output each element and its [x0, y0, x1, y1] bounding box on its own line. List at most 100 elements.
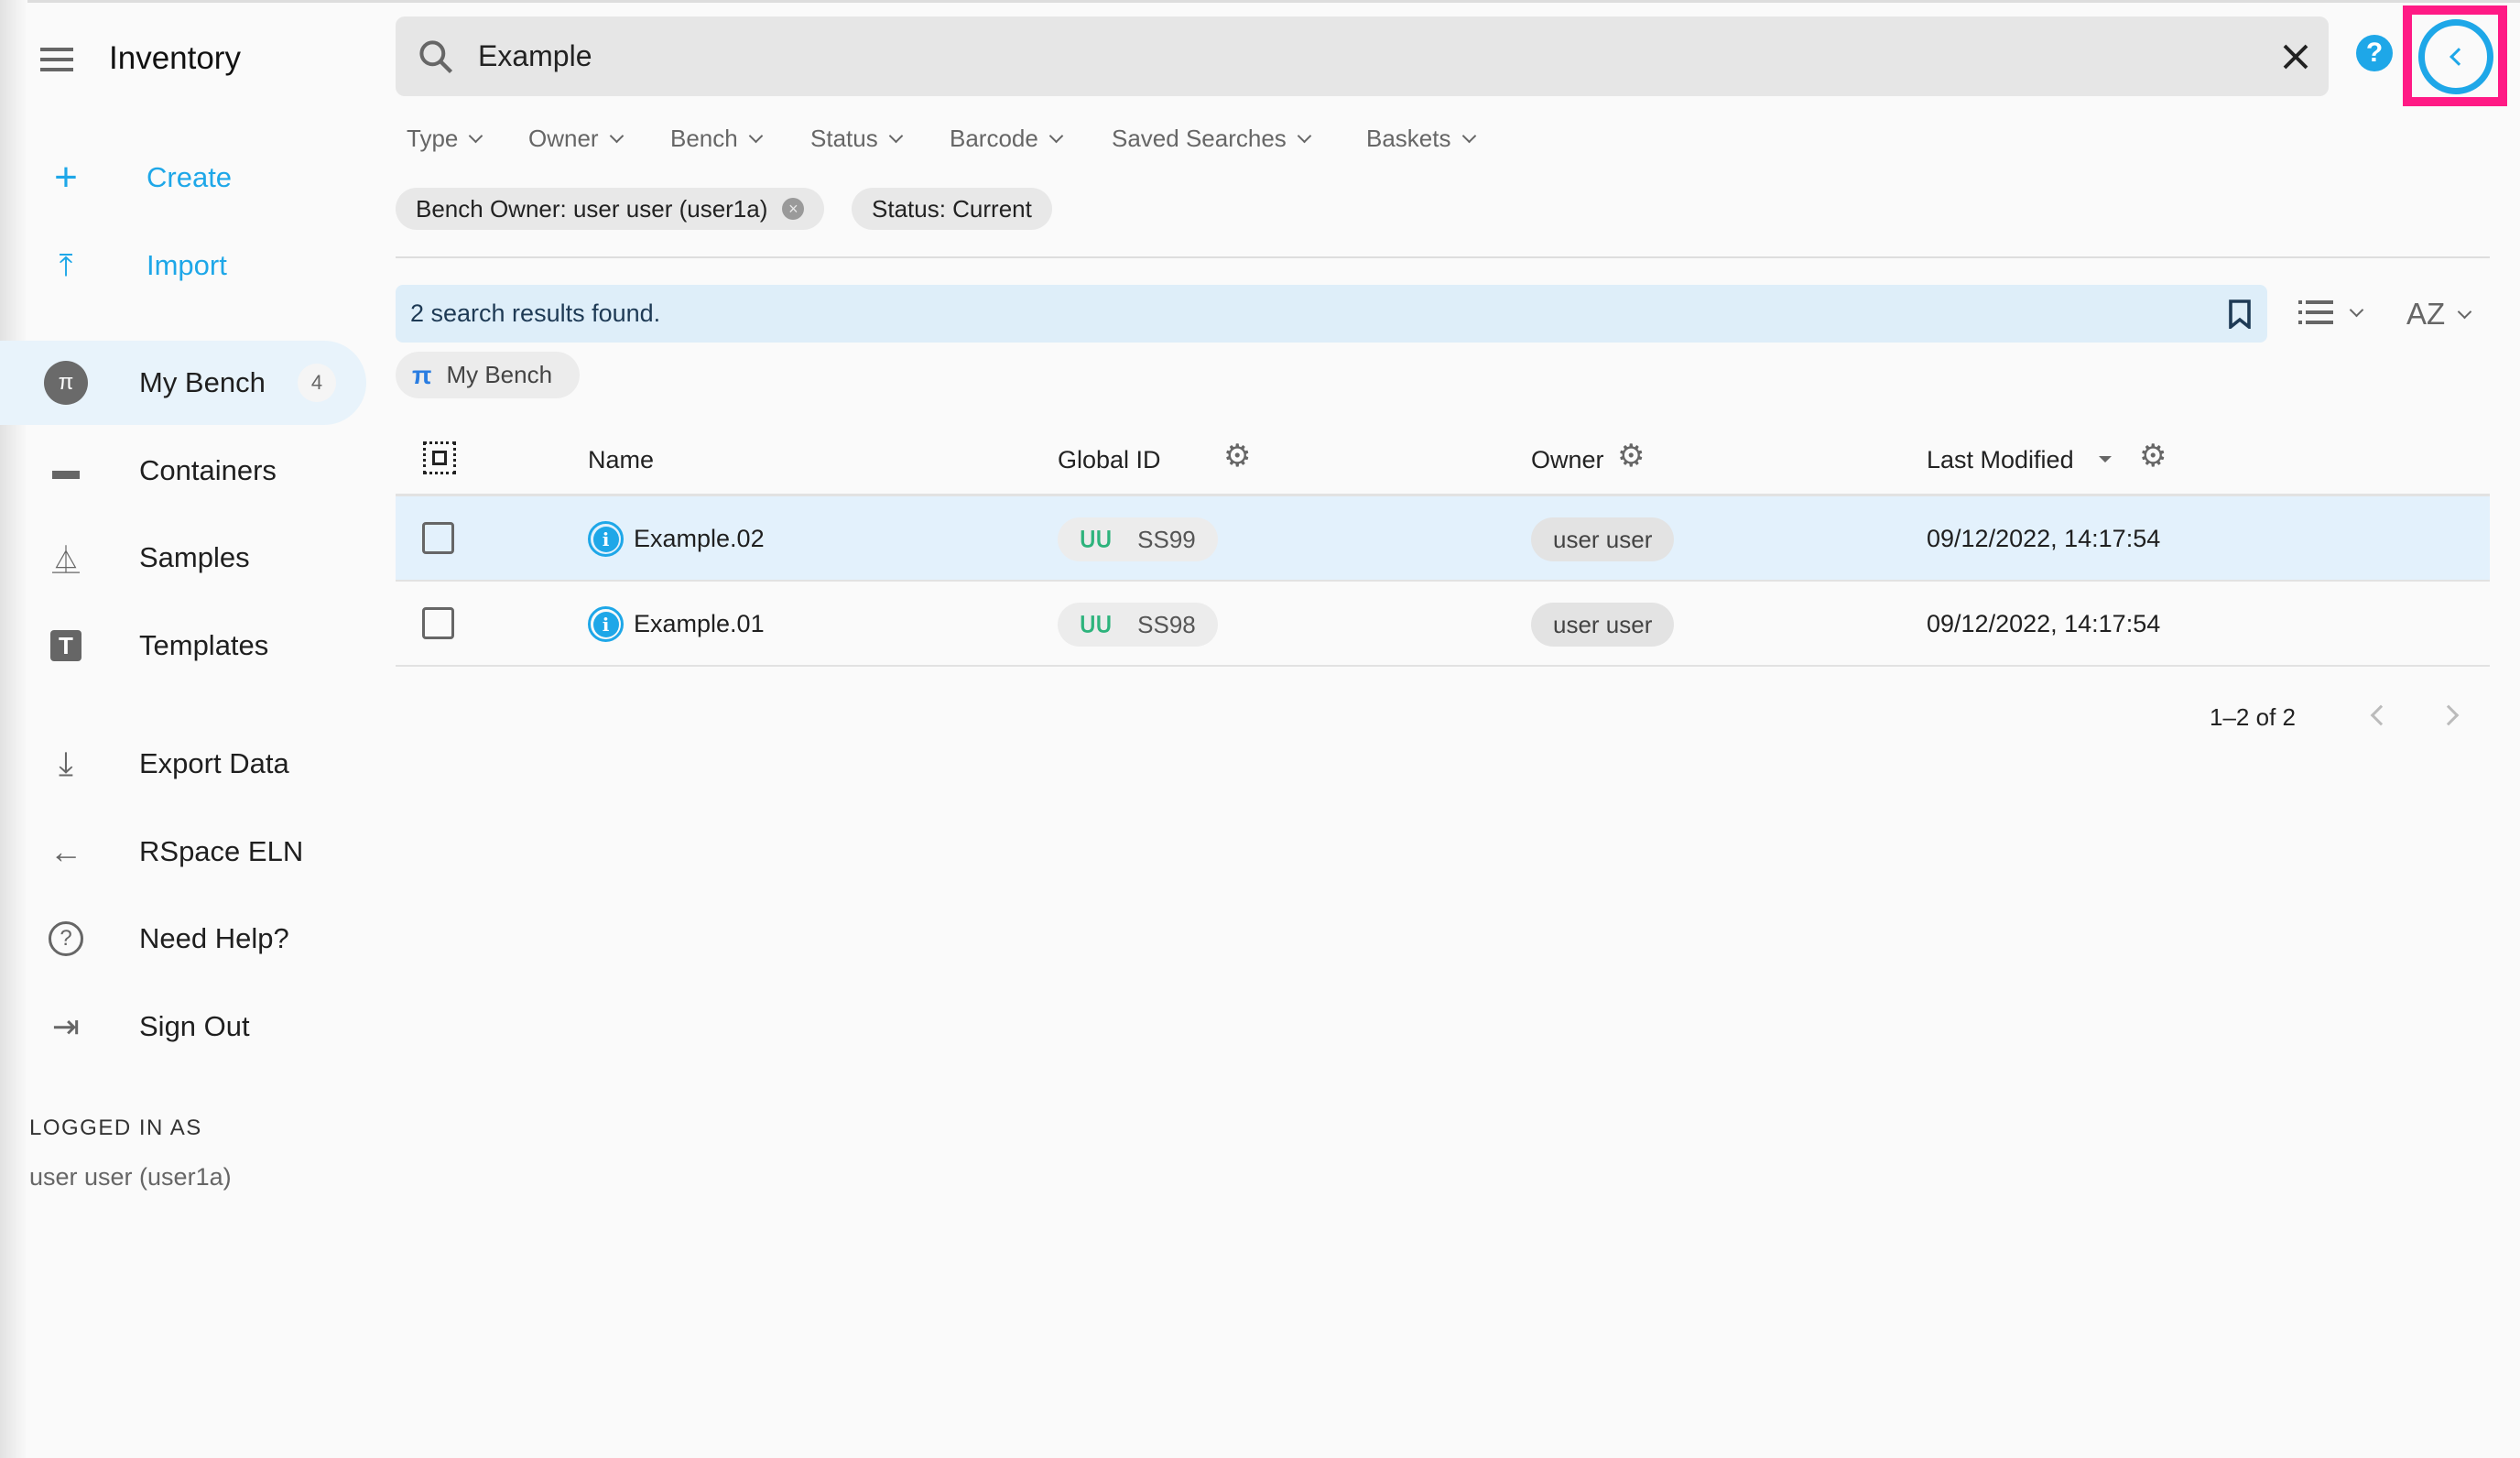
table-row[interactable]: i Example.01 ᑌᑌ SS98 user user 09/12/2022… — [396, 582, 2490, 667]
logged-in-user: user user (user1a) — [29, 1163, 232, 1191]
sort-label: AZ — [2406, 297, 2446, 331]
filter-bench[interactable]: Bench — [670, 125, 764, 153]
sidebar-item-label: Templates — [139, 629, 269, 661]
row-checkbox[interactable] — [422, 607, 454, 639]
global-id: SS98 — [1137, 610, 1196, 638]
create-label: Create — [147, 161, 233, 193]
filter-label: Bench — [670, 125, 738, 152]
chevron-down-icon — [2457, 304, 2472, 319]
gear-icon[interactable]: ⚙ — [1223, 438, 1251, 474]
template-icon: T — [46, 626, 86, 666]
filter-label: Barcode — [950, 125, 1038, 152]
import-label: Import — [147, 249, 227, 281]
app-title: Inventory — [109, 40, 241, 76]
bench-owner-chip[interactable]: Bench Owner: user user (user1a) × — [396, 188, 825, 230]
global-id-chip[interactable]: ᑌᑌ SS99 — [1058, 517, 1218, 561]
filter-barcode[interactable]: Barcode — [950, 125, 1064, 153]
download-icon: ⤓ — [59, 744, 73, 782]
chevron-down-icon — [469, 128, 483, 144]
top-border — [0, 0, 2520, 3]
column-header-global-id[interactable]: Global ID — [1058, 446, 1161, 474]
help-circle-icon: ? — [46, 919, 86, 959]
menu-icon[interactable] — [40, 48, 73, 71]
table-row[interactable]: i Example.02 ᑌᑌ SS99 user user 09/12/2022… — [396, 496, 2490, 582]
filter-baskets[interactable]: Baskets — [1366, 125, 1476, 153]
filter-owner[interactable]: Owner — [528, 125, 624, 153]
global-id: SS99 — [1137, 525, 1196, 553]
import-button[interactable]: ⤒ Import — [0, 223, 366, 308]
column-header-last-modified[interactable]: Last Modified — [1927, 446, 2074, 474]
sidebar-item-label: Sign Out — [139, 1010, 250, 1042]
filter-label: Baskets — [1366, 125, 1451, 152]
chevron-down-icon — [888, 128, 903, 144]
owner-chip[interactable]: user user — [1531, 517, 1675, 561]
filter-label: Type — [407, 125, 459, 152]
sort-desc-icon[interactable] — [2099, 456, 2112, 462]
chevron-down-icon — [609, 128, 624, 144]
gear-icon[interactable]: ⚙ — [1617, 438, 1645, 474]
results-message: 2 search results found. — [410, 299, 661, 327]
bookmark-icon[interactable] — [2227, 299, 2253, 329]
container-icon: ▬ — [52, 455, 80, 485]
remove-chip-icon[interactable]: × — [782, 198, 805, 220]
status-chip[interactable]: Status: Current — [852, 188, 1052, 230]
filter-status[interactable]: Status — [810, 125, 903, 153]
view-mode-button[interactable] — [2298, 300, 2364, 324]
prev-page-icon[interactable] — [2370, 704, 2392, 726]
sign-out-icon: ⇥ — [51, 1007, 81, 1045]
sidebar-item-label: Samples — [139, 541, 250, 573]
flask-icon: ⏅ — [52, 546, 80, 576]
sidebar-item-need-help[interactable]: ? Need Help? — [0, 897, 366, 981]
chevron-left-icon — [2449, 48, 2468, 66]
filter-label: Owner — [528, 125, 599, 152]
gear-icon[interactable]: ⚙ — [2139, 438, 2167, 474]
logged-in-label: LOGGED IN AS — [29, 1115, 202, 1140]
owner-name: user user — [1553, 525, 1653, 553]
sample-icon: ᑌᑌ — [1080, 612, 1113, 637]
sidebar-item-label: Export Data — [139, 747, 289, 779]
sort-button[interactable]: AZ — [2406, 297, 2472, 332]
column-header-name[interactable]: Name — [588, 446, 654, 474]
search-input[interactable] — [478, 16, 2218, 96]
sidebar-item-sign-out[interactable]: ⇥ Sign Out — [0, 985, 366, 1069]
chip-label: Bench Owner: user user (user1a) — [416, 194, 768, 223]
row-name[interactable]: Example.02 — [634, 525, 765, 553]
sidebar-item-templates[interactable]: T Templates — [0, 604, 366, 688]
search-icon — [419, 40, 453, 74]
upload-icon: ⤒ — [59, 247, 73, 283]
owner-chip[interactable]: user user — [1531, 603, 1675, 647]
filter-type[interactable]: Type — [407, 125, 483, 153]
column-header-owner[interactable]: Owner — [1531, 446, 1604, 474]
sidebar-item-label: Need Help? — [139, 922, 289, 954]
row-checkbox[interactable] — [422, 522, 454, 554]
last-modified: 09/12/2022, 14:17:54 — [1927, 610, 2161, 637]
collapse-sidebar-button[interactable] — [2418, 19, 2493, 94]
my-bench-chip[interactable]: π My Bench — [396, 352, 581, 398]
global-id-chip[interactable]: ᑌᑌ SS98 — [1058, 603, 1218, 647]
sidebar-item-containers[interactable]: ▬ Containers — [0, 429, 366, 513]
row-name[interactable]: Example.01 — [634, 610, 765, 638]
last-modified: 09/12/2022, 14:17:54 — [1927, 525, 2161, 552]
owner-name: user user — [1553, 610, 1653, 638]
clear-search-icon[interactable] — [2282, 43, 2309, 71]
sidebar-item-export-data[interactable]: ⤓ Export Data — [0, 722, 366, 806]
sample-icon: ᑌᑌ — [1080, 527, 1113, 552]
create-button[interactable]: + Create — [0, 136, 366, 220]
results-banner: 2 search results found. — [396, 285, 2267, 343]
sidebar-item-label: My Bench — [139, 366, 266, 398]
chip-label: Status: Current — [872, 194, 1032, 223]
arrow-left-icon: ← — [49, 832, 82, 870]
filter-saved-searches[interactable]: Saved Searches — [1112, 125, 1312, 153]
sidebar-item-label: RSpace ELN — [139, 835, 304, 867]
info-icon[interactable]: i — [588, 606, 624, 642]
sidebar-item-my-bench[interactable]: π My Bench 4 — [0, 341, 366, 425]
sidebar-item-label: Containers — [139, 454, 277, 486]
select-all-icon[interactable] — [423, 441, 456, 474]
next-page-icon[interactable] — [2438, 704, 2460, 726]
plus-icon: + — [54, 155, 78, 200]
help-icon[interactable]: ? — [2356, 35, 2393, 71]
chevron-down-icon — [1048, 128, 1064, 144]
sidebar-item-samples[interactable]: ⏅ Samples — [0, 516, 366, 600]
sidebar-item-rspace-eln[interactable]: ← RSpace ELN — [0, 810, 366, 894]
info-icon[interactable]: i — [588, 521, 624, 557]
